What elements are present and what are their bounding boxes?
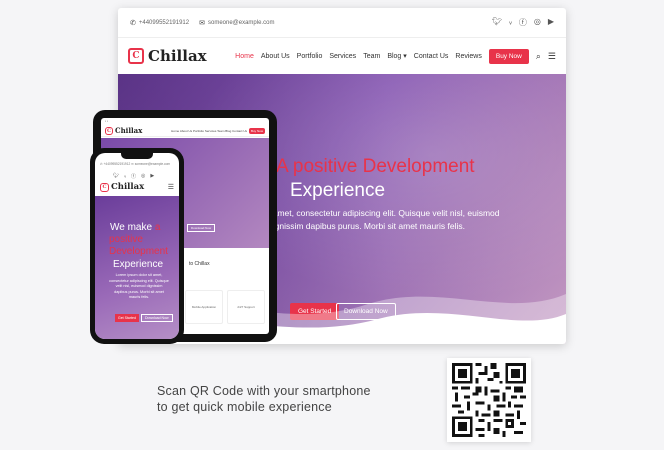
phone-navbar: C Chillax ☰: [100, 182, 174, 192]
social-links: 🐦︎ ᵥ ⓕ ◎ ▶: [492, 17, 554, 28]
phone-topbar: ✆ +44099552191912 ✉ someone@example.com: [100, 162, 170, 167]
a-text: a: [154, 222, 161, 233]
email-text: someone@example.com: [134, 162, 171, 166]
phone-preview: ✆ +44099552191912 ✉ someone@example.com …: [90, 148, 184, 344]
tablet-feature-cards: Mobile Application 24/7 Support: [185, 290, 265, 324]
hero-title-line2: Experience: [290, 180, 386, 201]
nav-home[interactable]: Home: [235, 53, 254, 60]
we-make-text: We make: [110, 222, 153, 233]
tablet-menu-items[interactable]: Home About Us Portfolio Services Team Bl…: [171, 129, 247, 133]
feature-card[interactable]: 24/7 Support: [227, 290, 265, 324]
nav-services[interactable]: Services: [329, 53, 356, 60]
instagram-icon[interactable]: ◎: [534, 17, 541, 28]
youtube-icon[interactable]: ▶: [548, 17, 554, 28]
phone-icon: ✆: [130, 19, 136, 27]
facebook-icon[interactable]: ⓕ: [131, 173, 136, 180]
tablet-navbar: C Chillax Home About Us Portfolio Service…: [101, 125, 269, 137]
tablet-logo[interactable]: C Chillax: [105, 126, 142, 135]
hamburger-icon[interactable]: ☰: [548, 51, 556, 62]
nav-contact[interactable]: Contact Us: [414, 53, 449, 60]
search-icon[interactable]: ⌕: [536, 51, 541, 62]
email-text: someone@example.com: [207, 19, 275, 26]
facebook-icon[interactable]: ⓕ: [519, 17, 527, 28]
mail-icon: ✉: [131, 162, 134, 166]
tablet-download-button[interactable]: Download Now: [187, 224, 216, 232]
logo-text: Chillax: [111, 182, 145, 192]
phone-hero-line1: We make a: [110, 222, 160, 233]
tablet-topbar: ▪ ▪: [105, 119, 108, 123]
mail-icon: ✉: [199, 19, 205, 27]
phone-screen: ✆ +44099552191912 ✉ someone@example.com …: [95, 153, 179, 339]
twitter-icon[interactable]: 🐦︎: [492, 17, 502, 28]
main-navbar: C Chillax Home About Us Portfolio Service…: [118, 38, 566, 74]
nav-about[interactable]: About Us: [261, 53, 290, 60]
hamburger-icon[interactable]: ☰: [168, 183, 174, 191]
qr-code-image: [452, 363, 526, 437]
hero-description: t amet, consectetur adipiscing elit. Qui…: [268, 207, 508, 233]
phone-hero-line4: Experience: [113, 259, 164, 270]
qr-caption: Scan QR Code with your smartphone to get…: [157, 383, 371, 415]
buy-now-button[interactable]: Buy Now: [488, 48, 529, 64]
tablet-buy-button[interactable]: Buy Now: [248, 127, 265, 134]
hero-title-line1: A positive Development: [276, 156, 475, 177]
tablet-menu: Home About Us Portfolio Services Team Bl…: [171, 127, 265, 134]
logo-text: Chillax: [148, 47, 207, 65]
nav-blog[interactable]: Blog ▾: [387, 52, 406, 60]
nav-team[interactable]: Team: [363, 53, 380, 60]
phone-get-started-button[interactable]: Get Started: [115, 314, 139, 322]
phone-hero-line3: Development: [109, 246, 168, 257]
nav-reviews[interactable]: Reviews: [455, 53, 481, 60]
phone-text: +44099552191912: [103, 162, 131, 166]
logo-icon: C: [128, 48, 144, 64]
youtube-icon[interactable]: ▶: [150, 173, 154, 180]
phone-logo[interactable]: C Chillax: [100, 182, 144, 192]
topbar-phone[interactable]: ✆ +44099552191912: [130, 19, 189, 27]
phone-icon: ✆: [100, 162, 103, 166]
caption-line2: to get quick mobile experience: [157, 400, 332, 414]
logo-text: Chillax: [115, 126, 143, 135]
feature-card[interactable]: Mobile Application: [185, 290, 223, 324]
logo-icon: C: [100, 182, 109, 192]
nav-menu: Home About Us Portfolio Services Team Bl…: [235, 48, 556, 64]
hero-text-line1: t amet, consectetur adipiscing elit. Qui…: [268, 208, 500, 218]
top-contact-bar: ✆ +44099552191912 ✉ someone@example.com 🐦︎…: [118, 8, 566, 38]
vimeo-icon[interactable]: ᵥ: [509, 17, 512, 28]
vimeo-icon[interactable]: ᵥ: [124, 173, 126, 180]
qr-code[interactable]: [447, 358, 531, 442]
phone-notch: [121, 153, 153, 159]
showcase-stage: ✆ +44099552191912 ✉ someone@example.com 🐦︎…: [0, 0, 664, 450]
topbar-email[interactable]: ✉ someone@example.com: [199, 19, 274, 27]
caption-line1: Scan QR Code with your smartphone: [157, 384, 371, 398]
phone-download-button[interactable]: Download Now: [141, 314, 173, 322]
site-logo[interactable]: C Chillax: [128, 47, 207, 65]
tablet-welcome-heading: to Chillax: [189, 261, 210, 267]
nav-portfolio[interactable]: Portfolio: [297, 53, 323, 60]
instagram-icon[interactable]: ◎: [141, 173, 145, 180]
hero-text-line2: dignissim dapibus purus. Morbi sit amet …: [268, 221, 465, 231]
phone-text: +44099552191912: [138, 19, 190, 26]
logo-icon: C: [105, 126, 113, 135]
phone-hero-text: Lorem ipsum dolor sit amet, consectetur …: [109, 273, 169, 299]
twitter-icon[interactable]: 🐦︎: [113, 173, 119, 180]
phone-social-links: 🐦︎ ᵥ ⓕ ◎ ▶: [113, 173, 154, 180]
phone-hero-line2: positive: [109, 234, 143, 245]
